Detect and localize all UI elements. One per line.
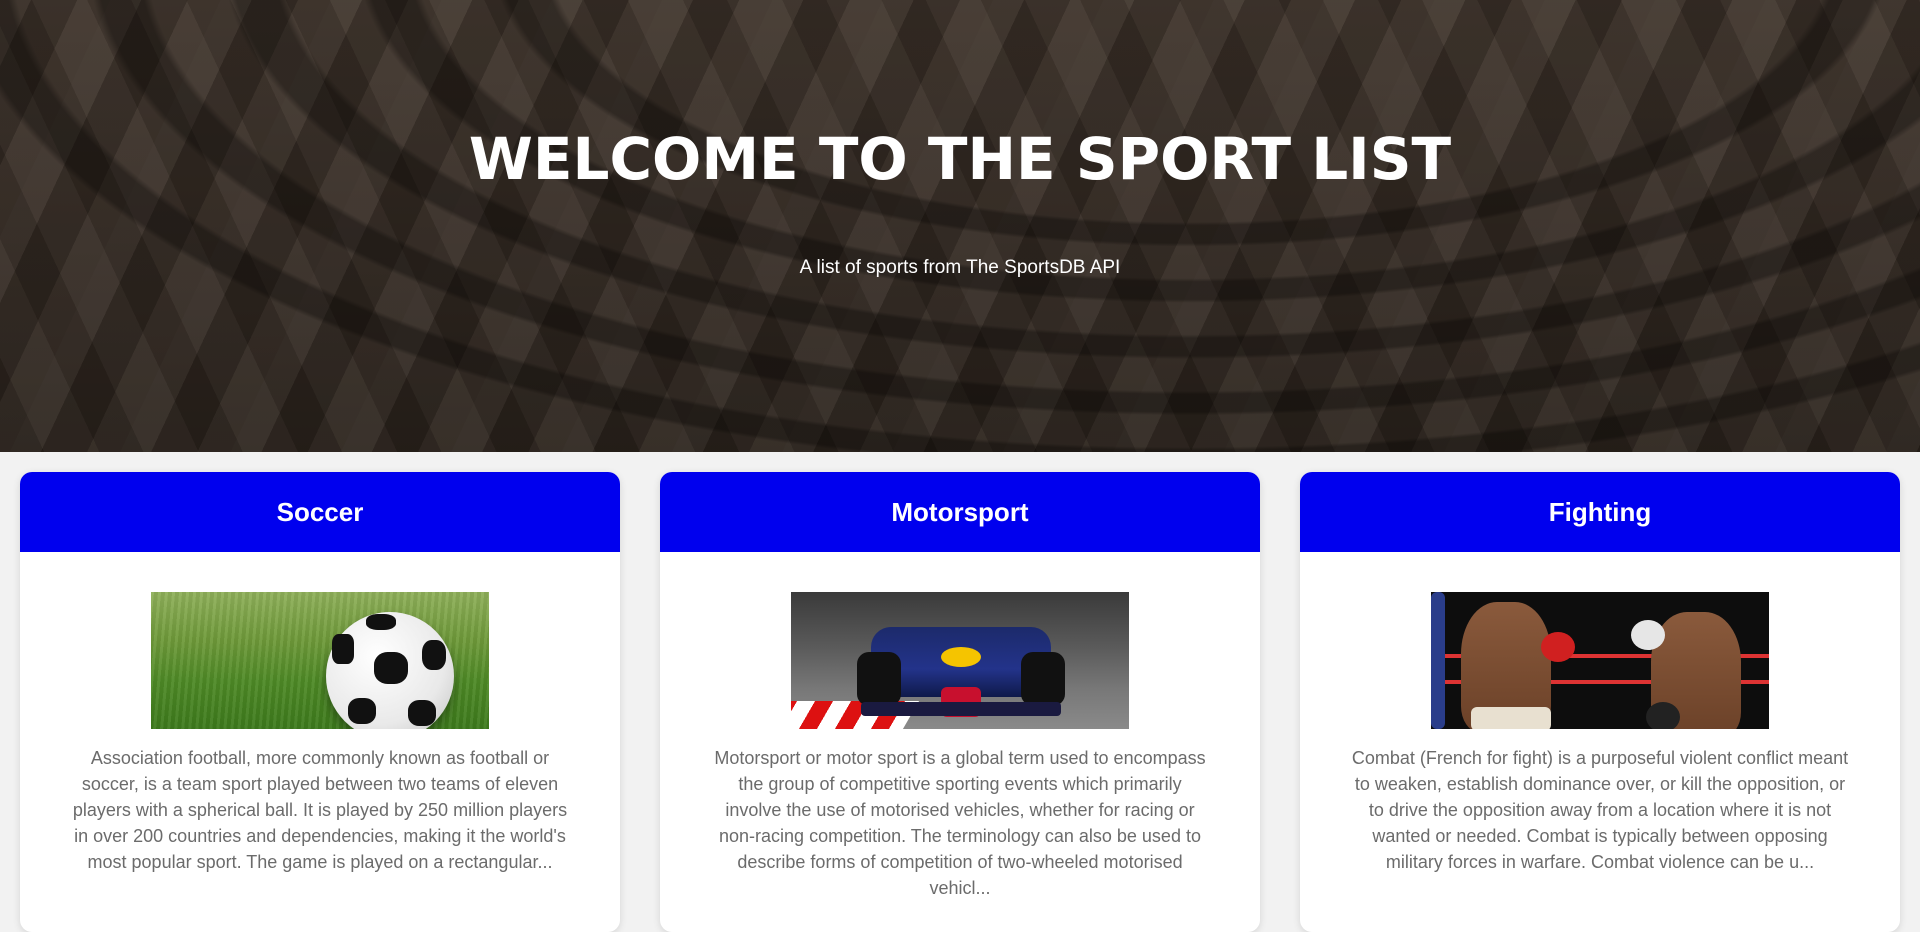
sport-card-motorsport[interactable]: Motorsport Motorsport or motor sport is …	[660, 472, 1260, 932]
soccer-image	[151, 592, 489, 729]
motorsport-image	[791, 592, 1129, 729]
card-header: Motorsport	[660, 472, 1260, 552]
card-header: Fighting	[1300, 472, 1900, 552]
card-description: Motorsport or motor sport is a global te…	[714, 748, 1206, 898]
fighting-image	[1431, 592, 1769, 729]
sport-card-soccer[interactable]: Soccer Association football, more common…	[20, 472, 620, 932]
page-title: WELCOME TO THE SPORT LIST	[468, 125, 1452, 193]
card-title: Fighting	[1548, 496, 1652, 527]
hero-banner: WELCOME TO THE SPORT LIST A list of spor…	[0, 0, 1920, 452]
page-subtitle: A list of sports from The SportsDB API	[799, 257, 1121, 278]
sport-card-list: Soccer Association football, more common…	[20, 472, 1900, 932]
card-header: Soccer	[20, 472, 620, 552]
card-description: Combat (French for fight) is a purposefu…	[1351, 748, 1849, 872]
soccer-ball-icon	[326, 612, 454, 729]
sport-card-fighting[interactable]: Fighting Combat (French for fight) is a …	[1300, 472, 1900, 932]
card-title: Motorsport	[891, 496, 1029, 527]
card-description: Association football, more commonly know…	[72, 748, 568, 872]
card-title: Soccer	[276, 496, 364, 527]
